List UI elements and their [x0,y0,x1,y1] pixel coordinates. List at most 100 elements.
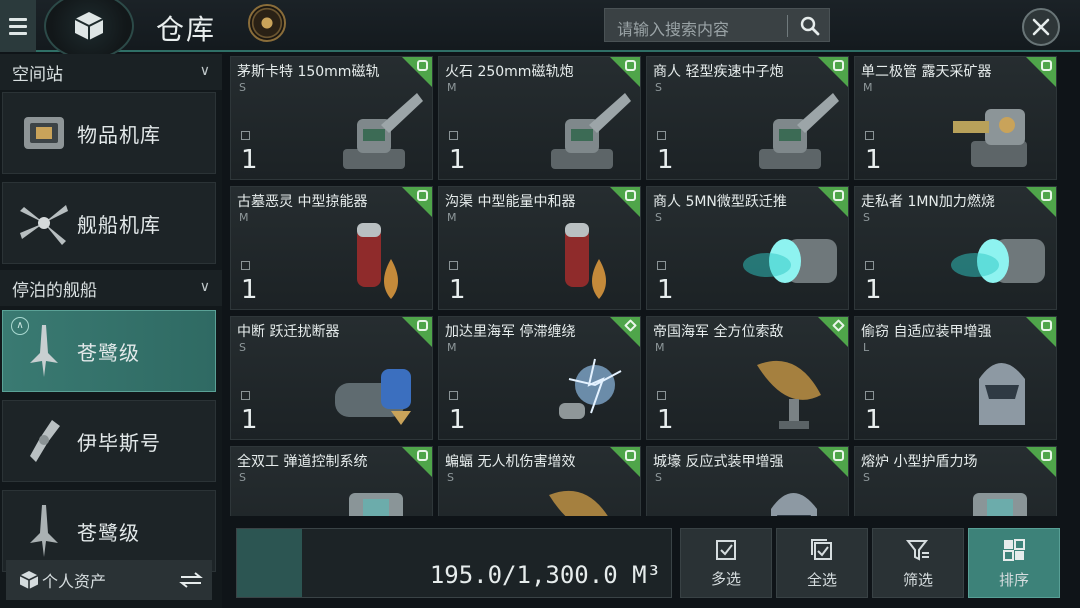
rank-icon: ∧ [11,317,29,335]
turret-item-icon [321,79,431,179]
capacity-fill [237,529,303,597]
inventory-item-card[interactable]: 火石 250mm磁轨炮 M 1 [438,56,641,180]
inventory-item-card[interactable]: 沟渠 中型能量中和器 M 1 [438,186,641,310]
item-name: 商人 轻型疾速中子炮 [653,64,784,80]
quantity-icon [657,261,666,270]
cargo-container-icon [13,102,75,164]
item-size: S [863,211,870,224]
filter-label: 筛选 [902,570,933,589]
top-bar: 仓库 请输入搜索内容 [0,0,1080,60]
helmet-item-icon [945,339,1055,439]
inventory-item-card[interactable]: 加达里海军 停滞缠绕 M 1 [438,316,641,440]
inventory-item-card[interactable]: 偷窃 自适应装甲增强 L 1 [854,316,1057,440]
search-divider [787,15,788,37]
menu-icon[interactable] [0,0,36,52]
inventory-item-card[interactable]: 全双工 弹道控制系统 S [230,446,433,516]
item-quantity: 1 [865,275,882,305]
inventory-item-card[interactable]: 单二极管 露天采矿器 M 1 [854,56,1057,180]
quantity-icon [865,391,874,400]
item-size: S [655,211,662,224]
item-tag-icon [833,60,844,71]
search-input[interactable]: 请输入搜索内容 [604,8,830,42]
personal-assets-label: 个人资产 [42,572,107,591]
select-all-icon [811,538,832,560]
sidebar-item-item-hangar[interactable]: 物品机库 [2,92,216,174]
item-tag-icon [833,190,844,201]
item-quantity: 1 [657,405,674,435]
item-name: 茅斯卡特 150mm磁轨 [237,64,380,80]
sidebar-ship-label: 伊毕斯号 [77,430,161,455]
sidebar-item-ship-hangar[interactable]: 舰船机库 [2,182,216,264]
item-size: M [447,211,457,224]
item-quantity: 1 [449,405,466,435]
inventory-item-card[interactable]: 古墓恶灵 中型掠能器 M 1 [230,186,433,310]
chevron-down-icon: ∨ [199,279,210,295]
item-tag-icon [1041,60,1052,71]
item-quantity: 1 [241,145,258,175]
item-tag-icon [1041,450,1052,461]
sort-button[interactable]: 排序 [968,528,1060,598]
inventory-item-card[interactable]: 蝙蝠 无人机伤害增效 S [438,446,641,516]
item-tag-icon [1041,320,1052,331]
faction-emblem-icon[interactable] [248,4,286,42]
sort-label: 排序 [998,570,1029,589]
quantity-icon [865,261,874,270]
item-name: 中断 跃迁扰断器 [237,324,340,340]
quantity-icon [241,391,250,400]
item-name: 熔炉 小型护盾力场 [861,454,978,470]
inventory-box-icon [44,0,134,60]
ship-icon [13,500,75,562]
sidebar-ship-label: 苍鹭级 [77,340,140,365]
item-size: S [239,471,246,484]
inventory-item-card[interactable]: 商人 5MN微型跃迁推 S 1 [646,186,849,310]
inventory-item-card[interactable]: 中断 跃迁扰断器 S 1 [230,316,433,440]
search-icon[interactable] [793,11,827,41]
item-size: M [447,341,457,354]
item-grid: 茅斯卡特 150mm磁轨 S 1 火石 250mm磁轨炮 M 1 商人 轻型疾速中子炮 S 1 单… [230,56,1070,516]
ship-hangar-icon [13,192,75,254]
inventory-item-card[interactable]: 熔炉 小型护盾力场 S [854,446,1057,516]
capacitor-item-icon [321,209,431,309]
select-all-button[interactable]: 全选 [776,528,868,598]
filter-icon [905,539,929,561]
item-name: 火石 250mm磁轨炮 [445,64,574,80]
section-station-label: 空间站 [12,64,63,85]
sidebar-ship-heron-active[interactable]: ∧ 苍鹭级 [2,310,216,392]
item-size: S [655,471,662,484]
item-tag-icon [625,450,636,461]
item-size: L [863,341,870,354]
multi-select-button[interactable]: 多选 [680,528,772,598]
dish-item-icon [737,339,847,439]
item-quantity: 1 [657,275,674,305]
item-tag-icon [417,60,428,71]
chevron-down-icon: ∨ [199,63,210,79]
item-name: 单二极管 露天采矿器 [861,64,992,80]
filter-button[interactable]: 筛选 [872,528,964,598]
section-docked-header[interactable]: 停泊的舰船 ∨ [0,270,222,306]
item-size: S [447,471,454,484]
section-station-header[interactable]: 空间站 ∨ [0,54,222,90]
close-icon[interactable] [1022,8,1060,46]
sidebar-ship-ibis[interactable]: 伊毕斯号 [2,400,216,482]
capacitor-item-icon [529,209,639,309]
item-name: 商人 5MN微型跃迁推 [653,194,787,210]
page-title: 仓库 [156,13,217,46]
item-tag-icon [417,320,428,331]
inventory-item-card[interactable]: 茅斯卡特 150mm磁轨 S 1 [230,56,433,180]
inventory-item-card[interactable]: 走私者 1MN加力燃烧 S 1 [854,186,1057,310]
item-size: S [863,471,870,484]
inventory-item-card[interactable]: 城壕 反应式装甲增强 S [646,446,849,516]
item-tag-icon [417,190,428,201]
capacity-bar: 195.0/1,300.0 M³ [236,528,672,598]
sidebar: 空间站 ∨ 物品机库 舰船机库 停泊的舰船 ∨ ∧ 苍鹭级 伊毕斯号 苍鹭级 个… [0,54,222,608]
personal-assets-button[interactable]: 个人资产 [6,560,212,600]
item-quantity: 1 [241,275,258,305]
ship-icon [13,410,75,472]
swap-icon[interactable] [178,570,204,594]
inventory-item-card[interactable]: 商人 轻型疾速中子炮 S 1 [646,56,849,180]
item-name: 蝙蝠 无人机伤害增效 [445,454,576,470]
inventory-item-card[interactable]: 帝国海军 全方位索敌 M 1 [646,316,849,440]
item-name: 帝国海军 全方位索敌 [653,324,784,340]
sidebar-item-label: 舰船机库 [77,212,161,237]
multi-select-label: 多选 [710,569,741,588]
